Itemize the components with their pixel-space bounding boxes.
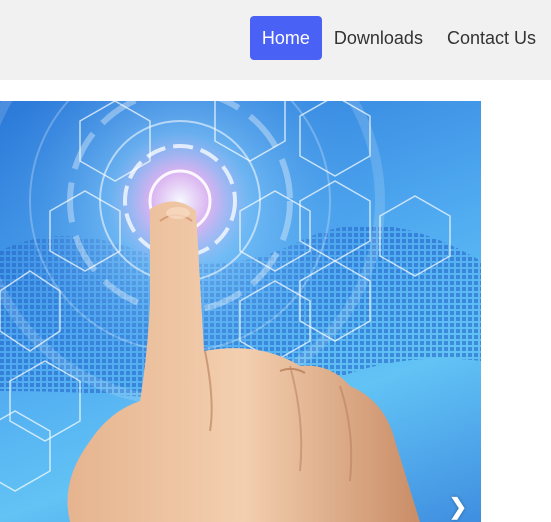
hero-image: [0, 101, 481, 522]
hero-slider: ❯: [0, 101, 481, 522]
nav-contact-link[interactable]: Contact Us: [435, 16, 548, 60]
nav-menu: Home Downloads Contact Us: [249, 16, 548, 60]
nav-downloads-link[interactable]: Downloads: [322, 16, 435, 60]
top-navbar: Home Downloads Contact Us: [0, 0, 551, 80]
slider-next-button[interactable]: ❯: [448, 493, 468, 521]
nav-home-link[interactable]: Home: [249, 16, 322, 60]
